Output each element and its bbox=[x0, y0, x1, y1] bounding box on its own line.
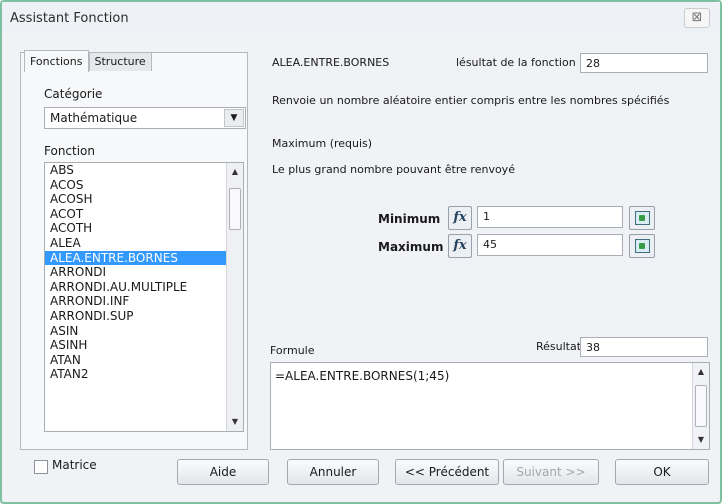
function-fx-icon: fx bbox=[453, 238, 467, 253]
function-list-item[interactable]: ACOSH bbox=[45, 192, 226, 207]
close-icon: ⊠ bbox=[691, 10, 703, 25]
formula-editor[interactable]: =ALEA.ENTRE.BORNES(1;45) ▲ ▼ bbox=[270, 362, 710, 450]
tab-structure[interactable]: Structure bbox=[88, 52, 152, 71]
fx-minimum-button[interactable]: fx bbox=[448, 206, 472, 230]
matrix-label: Matrice bbox=[52, 458, 97, 472]
help-button[interactable]: Aide bbox=[177, 459, 269, 485]
function-list-item[interactable]: ATAN bbox=[45, 353, 226, 368]
function-list-item[interactable]: ALEA bbox=[45, 236, 226, 251]
close-button[interactable]: ⊠ bbox=[684, 8, 710, 28]
function-list-item[interactable]: ALEA.ENTRE.BORNES bbox=[45, 250, 226, 266]
arg-maximum-label: Maximum bbox=[378, 240, 444, 254]
function-list[interactable]: ABS ACOS ACOSH ACOT ACOTH ALEA ALEA.ENTRE.BORN… bbox=[44, 162, 244, 432]
function-list-item[interactable]: ARRONDI.AU.MULTIPLE bbox=[45, 280, 226, 295]
scroll-thumb[interactable] bbox=[695, 385, 707, 427]
function-fx-icon: fx bbox=[453, 210, 467, 225]
title-bar: Assistant Fonction ⊠ bbox=[2, 2, 720, 34]
scroll-up-icon[interactable]: ▲ bbox=[693, 365, 709, 379]
chevron-down-icon[interactable]: ▼ bbox=[224, 109, 244, 127]
function-result-label: lésultat de la fonction bbox=[456, 56, 576, 69]
tab-functions[interactable]: Fonctions bbox=[24, 50, 89, 72]
previous-button[interactable]: << Précédent bbox=[395, 459, 499, 485]
dialog-title: Assistant Fonction bbox=[10, 11, 129, 26]
shrink-minimum-button[interactable] bbox=[629, 206, 655, 230]
formula-scrollbar[interactable]: ▲ ▼ bbox=[692, 363, 709, 449]
function-list-items: ABS ACOS ACOSH ACOT ACOTH ALEA ALEA.ENTRE.BORN… bbox=[45, 163, 243, 382]
function-list-scrollbar[interactable]: ▲ ▼ bbox=[226, 163, 243, 431]
result-label: Résultat bbox=[536, 340, 582, 353]
arg-minimum-input[interactable]: 1 bbox=[477, 206, 623, 228]
next-button[interactable]: Suivant >> bbox=[503, 459, 599, 485]
function-list-item[interactable]: ARRONDI.SUP bbox=[45, 309, 226, 324]
function-list-item[interactable]: ASIN bbox=[45, 324, 226, 339]
ok-button[interactable]: OK bbox=[615, 459, 709, 485]
cancel-button[interactable]: Annuler bbox=[287, 459, 379, 485]
function-name: ALEA.ENTRE.BORNES bbox=[272, 56, 390, 69]
scroll-up-icon[interactable]: ▲ bbox=[227, 165, 243, 179]
arg-minimum-label: Minimum bbox=[378, 212, 441, 226]
matrix-checkbox[interactable] bbox=[34, 460, 48, 474]
shrink-maximum-button[interactable] bbox=[629, 234, 655, 258]
function-description: Renvoie un nombre aléatoire entier compr… bbox=[272, 94, 670, 107]
function-list-item[interactable]: ACOS bbox=[45, 178, 226, 193]
formula-label: Formule bbox=[270, 344, 315, 357]
arg-maximum-input[interactable]: 45 bbox=[477, 234, 623, 256]
function-list-item[interactable]: ACOTH bbox=[45, 221, 226, 236]
function-list-item[interactable]: ABS bbox=[45, 163, 226, 178]
tab-bar: Fonctions Structure bbox=[24, 50, 152, 72]
parameter-title: Maximum (requis) bbox=[272, 137, 373, 150]
category-value: Mathématique bbox=[50, 111, 138, 125]
result-field: 38 bbox=[580, 337, 708, 357]
function-list-item[interactable]: ACOT bbox=[45, 207, 226, 222]
category-label: Catégorie bbox=[44, 87, 103, 101]
function-label: Fonction bbox=[44, 144, 96, 158]
function-list-item[interactable]: ARRONDI bbox=[45, 265, 226, 280]
function-result-field: 28 bbox=[580, 53, 708, 73]
scroll-thumb[interactable] bbox=[229, 188, 241, 230]
function-list-item[interactable]: ASINH bbox=[45, 338, 226, 353]
category-select[interactable]: Mathématique ▼ bbox=[44, 107, 246, 129]
scroll-down-icon[interactable]: ▼ bbox=[227, 415, 243, 429]
scroll-down-icon[interactable]: ▼ bbox=[693, 433, 709, 447]
fx-maximum-button[interactable]: fx bbox=[448, 234, 472, 258]
function-list-item[interactable]: ATAN2 bbox=[45, 367, 226, 382]
function-list-item[interactable]: ARRONDI.INF bbox=[45, 294, 226, 309]
parameter-description: Le plus grand nombre pouvant être renvoy… bbox=[272, 163, 515, 176]
formula-text: =ALEA.ENTRE.BORNES(1;45) bbox=[275, 369, 450, 383]
